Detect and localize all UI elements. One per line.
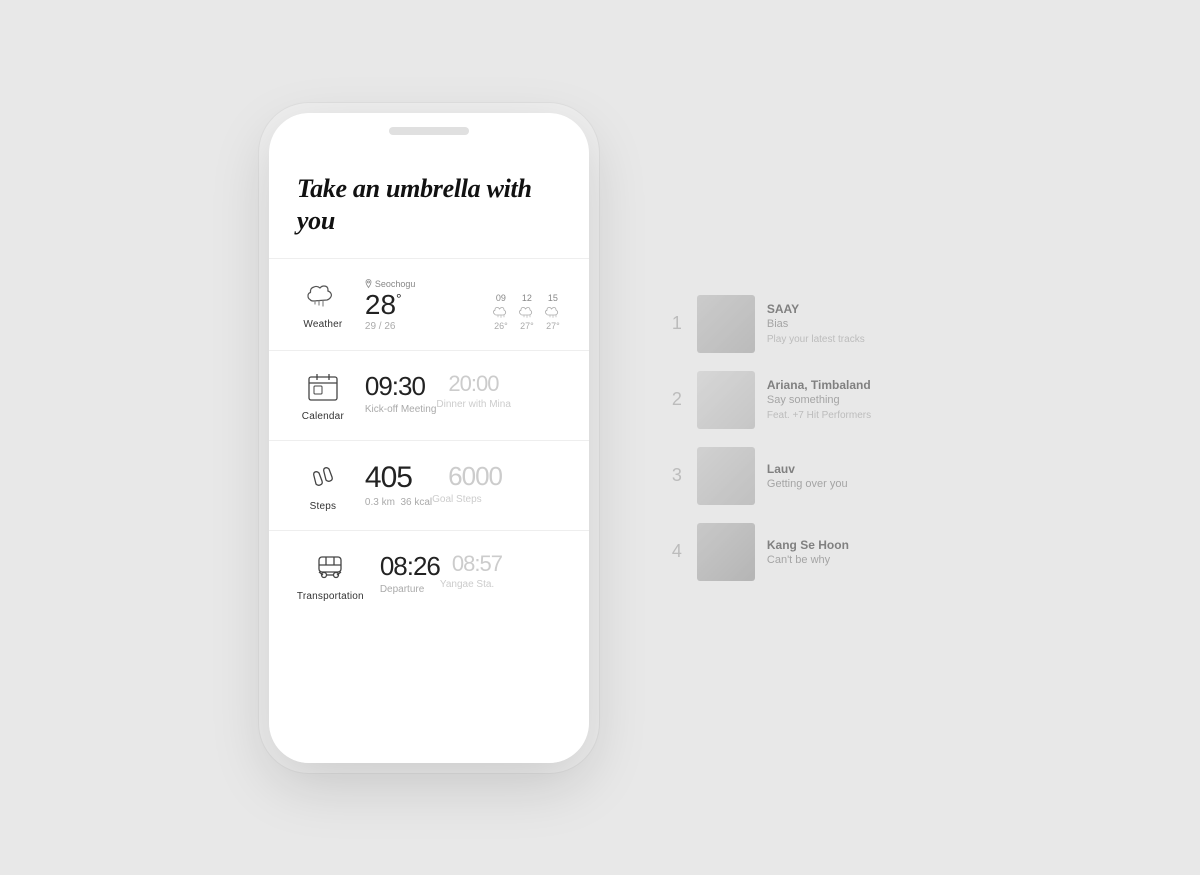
music-panel: 1 SAAY Bias Play your latest tracks 2 Ar… (669, 295, 871, 581)
arrival-time: 08:57 (452, 551, 502, 577)
forecast-item-0: 09 26° (493, 293, 509, 331)
arrival-station: Yangae Sta. (440, 579, 502, 590)
music-number-1: 2 (669, 389, 685, 410)
forecast-item-1: 12 27° (519, 293, 535, 331)
transport-secondary-block: 08:57 Yangae Sta. (440, 551, 502, 590)
weather-forecast: 09 26° 12 (493, 291, 561, 331)
calendar-widget: Calendar 09:30 Kick-off Meeting 20:00 Di… (269, 350, 589, 440)
forecast-cloud-2 (545, 306, 561, 318)
music-title-3: Can't be why (767, 554, 849, 566)
forecast-time-2: 15 (548, 293, 558, 303)
music-info-0: SAAY Bias Play your latest tracks (767, 302, 865, 345)
transport-widget: Transportation 08:26 Departure 08:57 Yan… (269, 530, 589, 620)
calendar-time-row: 09:30 Kick-off Meeting 20:00 Dinner with… (365, 371, 561, 415)
calendar-primary-block: 09:30 Kick-off Meeting (365, 371, 437, 415)
weather-label: Weather (303, 319, 342, 330)
music-item-3: 4 Kang Se Hoon Can't be why (669, 523, 871, 581)
forecast-temp-1: 27° (520, 321, 534, 331)
transport-primary-block: 08:26 Departure (380, 551, 440, 595)
weather-main-row: 28° 29 / 26 09 (365, 291, 561, 332)
main-title: Take an umbrella with you (297, 173, 561, 238)
transport-content: 08:26 Departure 08:57 Yangae Sta. (380, 549, 561, 595)
departure-time: 08:26 (380, 551, 440, 582)
steps-count: 405 (365, 461, 432, 495)
music-number-3: 4 (669, 541, 685, 562)
steps-content: 405 0.3 km 36 kcal 6000 Goal Steps (365, 459, 561, 508)
phone-notch (389, 127, 469, 135)
music-artist-2: Lauv (767, 462, 848, 476)
music-info-2: Lauv Getting over you (767, 462, 848, 490)
steps-goal-block: 6000 Goal Steps (432, 461, 502, 505)
music-thumb-3 (697, 523, 755, 581)
weather-range: 29 / 26 (365, 321, 402, 332)
forecast-cloud-1 (519, 306, 535, 318)
forecast-time-1: 12 (522, 293, 532, 303)
transport-label: Transportation (297, 591, 364, 602)
steps-primary-block: 405 0.3 km 36 kcal (365, 461, 432, 508)
cloud-icon (305, 277, 341, 313)
steps-sub: 0.3 km 36 kcal (365, 497, 432, 508)
calendar-secondary-event: Dinner with Mina (436, 399, 510, 410)
steps-row: 405 0.3 km 36 kcal 6000 Goal Steps (365, 461, 561, 508)
weather-icon-col: Weather (297, 277, 349, 330)
calendar-primary-event: Kick-off Meeting (365, 404, 437, 415)
forecast-temp-2: 27° (546, 321, 560, 331)
music-number-2: 3 (669, 465, 685, 486)
steps-icon-col: Steps (297, 459, 349, 512)
music-info-1: Ariana, Timbaland Say something Feat. +7… (767, 378, 871, 421)
calendar-content: 09:30 Kick-off Meeting 20:00 Dinner with… (365, 369, 561, 415)
music-artist-1: Ariana, Timbaland (767, 378, 871, 392)
calendar-icon-col: Calendar (297, 369, 349, 422)
forecast-temp-0: 26° (494, 321, 508, 331)
phone-screen[interactable]: Take an umbrella with you Weather (269, 113, 589, 763)
steps-goal-label: Goal Steps (432, 494, 502, 505)
music-title-2: Getting over you (767, 478, 848, 490)
weather-location-text: Seochogu (375, 279, 416, 289)
forecast-item-2: 15 27° (545, 293, 561, 331)
music-sub-1: Feat. +7 Hit Performers (767, 410, 871, 421)
calendar-secondary-time: 20:00 (448, 371, 510, 397)
phone-mockup: Take an umbrella with you Weather (269, 113, 589, 763)
weather-content: Seochogu 28° 29 / 26 09 (365, 277, 561, 332)
music-number-0: 1 (669, 313, 685, 334)
music-artist-0: SAAY (767, 302, 865, 316)
music-artist-3: Kang Se Hoon (767, 538, 849, 552)
music-item-0: 1 SAAY Bias Play your latest tracks (669, 295, 871, 353)
steps-label: Steps (310, 501, 337, 512)
music-item-2: 3 Lauv Getting over you (669, 447, 871, 505)
calendar-primary-time: 09:30 (365, 371, 437, 402)
transport-time-row: 08:26 Departure 08:57 Yangae Sta. (380, 551, 561, 595)
calendar-label: Calendar (302, 411, 344, 422)
music-thumb-2 (697, 447, 755, 505)
weather-widget: Weather Seochogu 28° 29 / 26 (269, 258, 589, 350)
steps-icon (305, 459, 341, 495)
forecast-cloud-0 (493, 306, 509, 318)
transport-icon-col: Transportation (297, 549, 364, 602)
steps-widget: Steps 405 0.3 km 36 kcal 6000 Goal Steps (269, 440, 589, 530)
steps-goal: 6000 (448, 461, 502, 492)
music-info-3: Kang Se Hoon Can't be why (767, 538, 849, 566)
music-thumb-0 (697, 295, 755, 353)
calendar-icon (305, 369, 341, 405)
music-title-1: Say something (767, 394, 871, 406)
weather-location: Seochogu (365, 279, 561, 289)
calendar-secondary-block: 20:00 Dinner with Mina (436, 371, 510, 410)
music-item-1: 2 Ariana, Timbaland Say something Feat. … (669, 371, 871, 429)
weather-temp: 28° (365, 291, 402, 319)
music-title-0: Bias (767, 318, 865, 330)
forecast-time-0: 09 (496, 293, 506, 303)
departure-label: Departure (380, 584, 440, 595)
transport-icon (312, 549, 348, 585)
music-sub-0: Play your latest tracks (767, 334, 865, 345)
music-thumb-1 (697, 371, 755, 429)
